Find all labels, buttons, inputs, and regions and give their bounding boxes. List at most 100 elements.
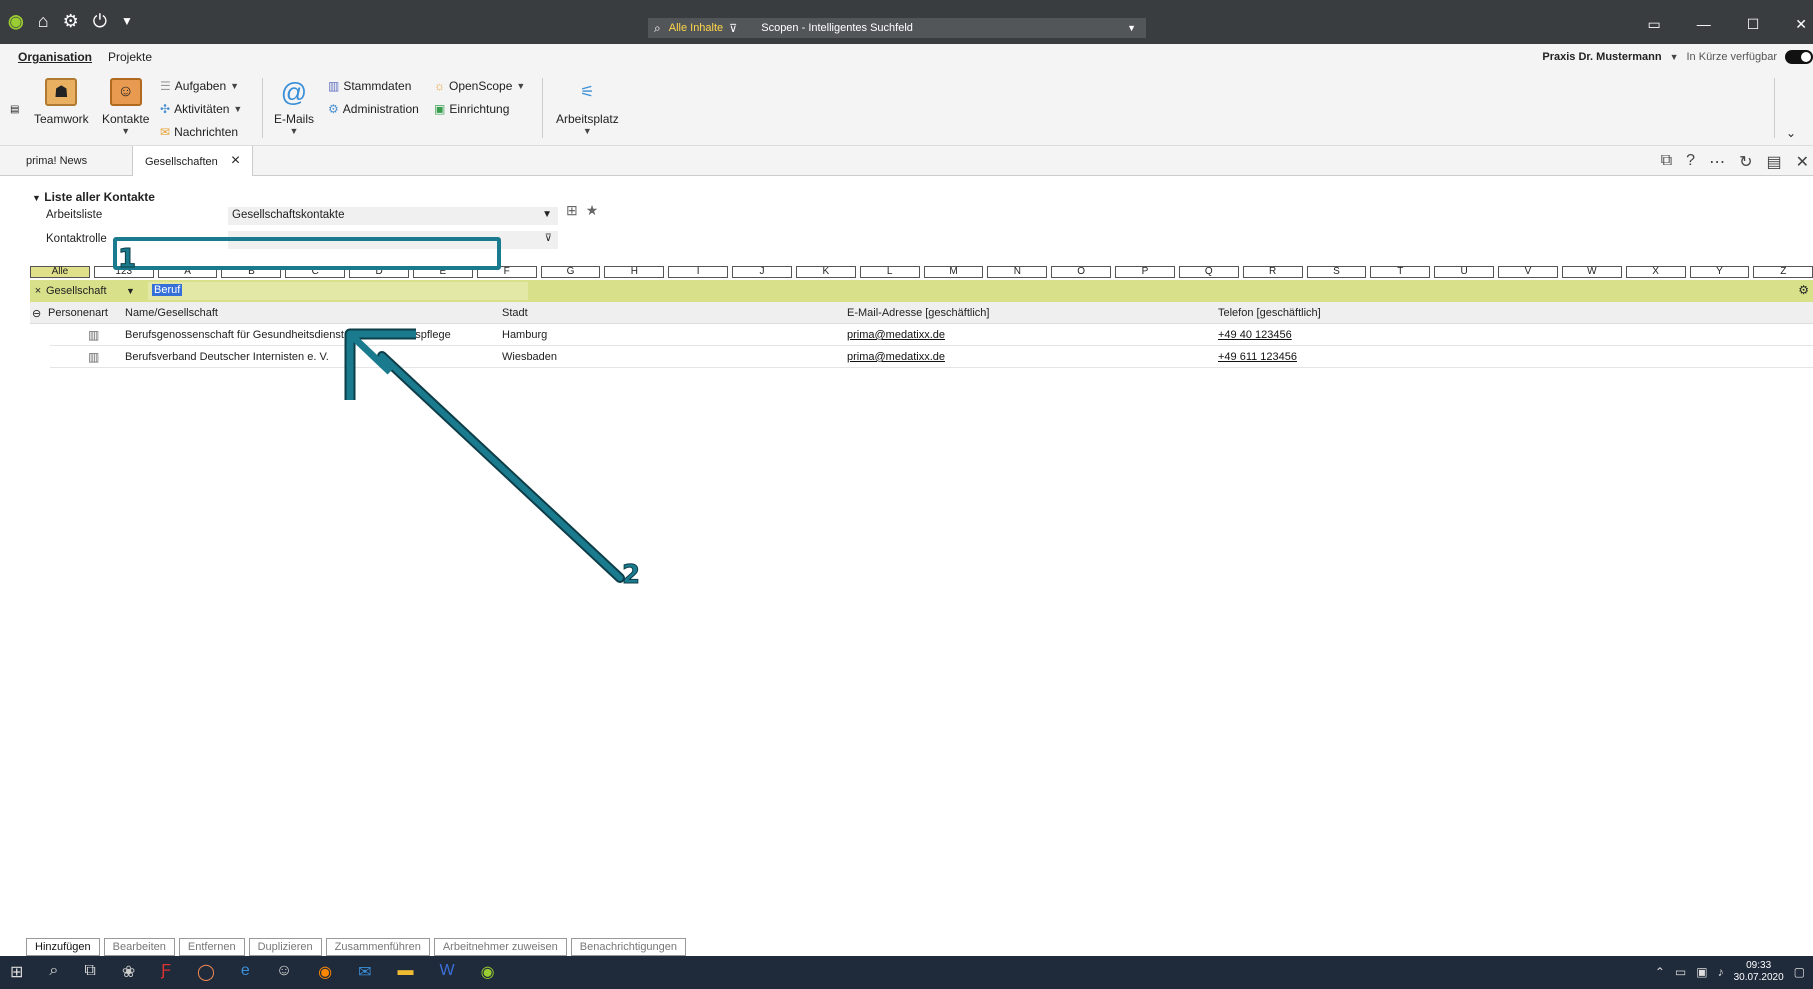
- notification-icon[interactable]: ▢: [1794, 965, 1805, 979]
- tab-projekte[interactable]: Projekte: [108, 50, 152, 64]
- alpha-key-k[interactable]: K: [795, 266, 856, 278]
- app-logo-icon[interactable]: ◉: [481, 962, 495, 982]
- alpha-key-m[interactable]: M: [923, 266, 984, 278]
- close-icon[interactable]: ×: [231, 152, 240, 169]
- teamwork-button[interactable]: ☗ Teamwork: [34, 78, 89, 126]
- smart-search-field[interactable]: ⌕ Alle Inhalte ⊽ Scopen - Intelligentes …: [648, 18, 1146, 38]
- alpha-key-z[interactable]: Z: [1753, 266, 1813, 278]
- alpha-key-p[interactable]: P: [1115, 266, 1175, 278]
- chevron-down-icon[interactable]: ▼: [1670, 52, 1679, 62]
- clear-filter-icon[interactable]: ×: [30, 285, 46, 297]
- merge-button[interactable]: Zusammenführen: [325, 938, 430, 956]
- chevron-down-icon[interactable]: ▼: [102, 126, 149, 136]
- firefox-icon[interactable]: ◉: [318, 962, 332, 982]
- app-icon[interactable]: ❀: [122, 962, 135, 982]
- einrichtung-button[interactable]: ▣ Einrichtung: [434, 102, 509, 116]
- arbeitsliste-select[interactable]: Gesellschaftskontakte ▼: [228, 207, 558, 225]
- minimize-icon[interactable]: —: [1697, 16, 1711, 33]
- assign-employee-button[interactable]: Arbeitnehmer zuweisen: [433, 938, 567, 956]
- chevron-down-icon[interactable]: ▼: [274, 126, 314, 136]
- refresh-icon[interactable]: ↻: [1739, 152, 1752, 172]
- openscope-button[interactable]: ☼ OpenScope ▼: [434, 79, 525, 93]
- collapse-icon[interactable]: ▼: [32, 193, 41, 203]
- alpha-key-u[interactable]: U: [1434, 266, 1495, 278]
- section-header[interactable]: ▼ Liste aller Kontakte: [32, 190, 155, 204]
- close-icon[interactable]: ✕: [1796, 152, 1809, 172]
- edit-button[interactable]: Bearbeiten: [103, 938, 175, 956]
- user-name[interactable]: Praxis Dr. Mustermann: [1542, 51, 1661, 63]
- word-icon[interactable]: W: [440, 962, 455, 982]
- alpha-key-r[interactable]: R: [1242, 266, 1303, 278]
- search-icon[interactable]: ⌕: [49, 962, 58, 982]
- explorer-icon[interactable]: ▬: [398, 962, 414, 982]
- notifications-button[interactable]: Benachrichtigungen: [570, 938, 687, 956]
- emails-button[interactable]: @ E-Mails ▼: [274, 77, 314, 137]
- table-row[interactable]: ▥ Berufsverband Deutscher Internisten e.…: [50, 346, 1813, 368]
- copy-icon[interactable]: ⧉: [1661, 152, 1672, 172]
- save-icon[interactable]: ▤: [1766, 152, 1781, 172]
- filter-icon[interactable]: ⊽: [729, 22, 737, 35]
- chevron-down-icon[interactable]: ▼: [516, 81, 525, 91]
- administration-button[interactable]: ⚙ Administration: [328, 102, 419, 116]
- outlook-icon[interactable]: ✉: [358, 962, 371, 982]
- chevron-down-icon[interactable]: ▼: [233, 104, 242, 114]
- nachrichten-button[interactable]: ✉ Nachrichten: [160, 125, 238, 139]
- arbeitsplatz-button[interactable]: ⚟ Arbeitsplatz ▼: [556, 78, 619, 136]
- table-row[interactable]: ▥ Berufsgenossenschaft für Gesundheitsdi…: [50, 324, 1813, 346]
- alpha-key-g[interactable]: G: [540, 266, 601, 278]
- chevron-down-icon[interactable]: ▼: [1127, 23, 1136, 33]
- more-icon[interactable]: ⋯: [1709, 152, 1725, 172]
- alpha-key-h[interactable]: H: [604, 266, 665, 278]
- alpha-key-y[interactable]: Y: [1689, 266, 1750, 278]
- availability-toggle[interactable]: [1785, 50, 1813, 64]
- stammdaten-button[interactable]: ▥ Stammdaten: [328, 79, 411, 93]
- cell-telefon[interactable]: +49 611 123456: [1218, 351, 1297, 363]
- chevron-down-icon[interactable]: ▼: [126, 286, 136, 296]
- col-stadt[interactable]: Stadt: [502, 307, 528, 319]
- filezilla-icon[interactable]: Ƒ: [161, 962, 171, 982]
- alpha-key-v[interactable]: V: [1498, 266, 1558, 278]
- clock[interactable]: 09:33 30.07.2020: [1734, 960, 1784, 984]
- chevron-down-icon[interactable]: ▼: [542, 209, 552, 220]
- cell-email[interactable]: prima@medatixx.de: [847, 351, 945, 363]
- alpha-key-w[interactable]: W: [1561, 266, 1622, 278]
- network-icon[interactable]: ▣: [1696, 965, 1707, 979]
- alpha-key-l[interactable]: L: [859, 266, 920, 278]
- windows-start-icon[interactable]: ⊞: [10, 962, 23, 982]
- tab-organisation[interactable]: Organisation: [18, 50, 92, 64]
- col-personenart[interactable]: Personenart: [48, 307, 108, 319]
- filter-field[interactable]: Gesellschaft: [46, 285, 126, 297]
- gear-icon[interactable]: ⚙: [1798, 283, 1809, 297]
- settings-icon[interactable]: ⚙: [63, 10, 79, 32]
- chevron-down-icon[interactable]: ▼: [556, 126, 619, 136]
- cell-telefon[interactable]: +49 40 123456: [1218, 329, 1292, 341]
- edge-icon[interactable]: e: [241, 962, 250, 982]
- filter-icon[interactable]: ⊽: [545, 233, 552, 244]
- kontakte-button[interactable]: ☺ Kontakte ▼: [102, 78, 149, 136]
- dropdown-icon[interactable]: ▼: [121, 10, 133, 32]
- help-icon[interactable]: ?: [1686, 152, 1695, 172]
- alpha-key-x[interactable]: X: [1625, 266, 1686, 278]
- add-button[interactable]: Hinzufügen: [26, 938, 100, 956]
- aufgaben-button[interactable]: ☰ Aufgaben ▼: [160, 79, 239, 93]
- chevron-down-icon[interactable]: ▼: [230, 81, 239, 91]
- col-telefon[interactable]: Telefon [geschäftlich]: [1218, 307, 1321, 319]
- alpha-key-s[interactable]: S: [1306, 266, 1367, 278]
- volume-icon[interactable]: ♪: [1718, 965, 1724, 979]
- duplicate-button[interactable]: Duplizieren: [248, 938, 322, 956]
- search-scope[interactable]: Alle Inhalte: [669, 22, 723, 34]
- col-name[interactable]: Name/Gesellschaft: [125, 307, 218, 319]
- alpha-key-alle[interactable]: Alle: [30, 266, 90, 278]
- aktivitaeten-button[interactable]: ✣ Aktivitäten ▼: [160, 102, 242, 116]
- alpha-key-q[interactable]: Q: [1178, 266, 1239, 278]
- chevron-up-icon[interactable]: ⌃: [1655, 965, 1665, 979]
- alpha-key-i[interactable]: I: [668, 266, 729, 278]
- grid-settings-icon[interactable]: ⊖: [32, 307, 41, 320]
- maximize-icon[interactable]: ☐: [1747, 16, 1760, 33]
- ribbon-expand-icon[interactable]: ⌄: [1786, 126, 1796, 140]
- task-view-icon[interactable]: ⧉: [84, 962, 95, 982]
- alpha-key-t[interactable]: T: [1370, 266, 1431, 278]
- bag-icon[interactable]: ⌂: [38, 10, 49, 32]
- tab-prima-news[interactable]: prima! News: [14, 146, 99, 176]
- remove-button[interactable]: Entfernen: [178, 938, 245, 956]
